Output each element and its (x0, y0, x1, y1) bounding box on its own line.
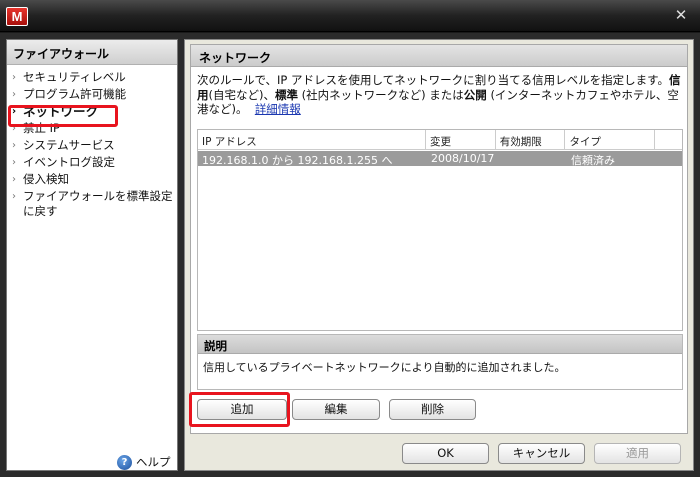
sidebar-item-label: ファイアウォールを標準設定に戻す (23, 189, 173, 218)
sidebar-item-label: システムサービス (23, 138, 115, 152)
column-header-ip[interactable]: IP アドレス (198, 130, 427, 150)
details-link[interactable]: 詳細情報 (255, 102, 301, 116)
close-icon[interactable]: ✕ (671, 6, 691, 25)
cell-expires (497, 151, 567, 166)
apply-button[interactable]: 適用 (594, 443, 681, 464)
sidebar-item-security-level[interactable]: › セキュリティレベル (7, 69, 177, 86)
sidebar-item-label: イベントログ設定 (23, 155, 115, 169)
help-label: ヘルプ (136, 455, 171, 469)
sidebar: ファイアウォール › セキュリティレベル › プログラム許可機能 › ネットワーク ›… (6, 39, 178, 471)
sidebar-item-program-permissions[interactable]: › プログラム許可機能 (7, 86, 177, 103)
cell-type: 信頼済み (571, 154, 615, 166)
explanation-title: 説明 (198, 335, 682, 354)
highlight-box-network (8, 105, 118, 127)
table-header: IP アドレス 変更 有効期限 タイプ (198, 130, 682, 150)
chevron-right-icon: › (12, 174, 16, 185)
title-bar: M ✕ (0, 0, 700, 32)
highlight-box-add (189, 392, 290, 427)
description-text: 次のルールで、IP アドレスを使用してネットワークに割り当てる信用レベルを指定し… (197, 73, 681, 116)
trust-level-public: 公開 (463, 87, 487, 102)
column-header-expires[interactable]: 有効期限 (496, 130, 566, 150)
explanation-text: 信用しているプライベートネットワークにより自動的に追加されました。 (203, 361, 566, 374)
sidebar-item-system-services[interactable]: › システムサービス (7, 137, 177, 154)
page-title: ネットワーク (191, 45, 687, 67)
sidebar-item-event-log[interactable]: › イベントログ設定 (7, 154, 177, 171)
cell-changed: 2008/10/17 (431, 152, 495, 165)
help-link[interactable]: ? ヘルプ (117, 454, 171, 470)
delete-button[interactable]: 削除 (389, 399, 476, 420)
sidebar-item-label: 侵入検知 (23, 172, 69, 186)
table-row[interactable]: 192.168.1.0 から 192.168.1.255 へ 2008/10/1… (198, 151, 682, 166)
help-icon: ? (117, 454, 132, 470)
sidebar-item-intrusion-detection[interactable]: › 侵入検知 (7, 171, 177, 188)
sidebar-item-label: プログラム許可機能 (23, 87, 127, 101)
chevron-right-icon: › (12, 140, 16, 151)
ok-button[interactable]: OK (402, 443, 489, 464)
chevron-right-icon: › (12, 191, 16, 202)
chevron-right-icon: › (12, 157, 16, 168)
chevron-right-icon: › (12, 72, 16, 83)
column-header-changed[interactable]: 変更 (426, 130, 496, 150)
chevron-right-icon: › (12, 89, 16, 100)
edit-button[interactable]: 編集 (292, 399, 380, 420)
column-header-empty (655, 130, 682, 150)
mcafee-logo-icon: M (6, 7, 28, 26)
sidebar-nav: › セキュリティレベル › プログラム許可機能 › ネットワーク › 禁止 IP › シス… (7, 65, 177, 220)
trust-level-standard: 標準 (274, 87, 298, 102)
sidebar-item-restore-defaults[interactable]: › ファイアウォールを標準設定に戻す (7, 188, 177, 220)
cancel-button[interactable]: キャンセル (498, 443, 585, 464)
network-content: ネットワーク 次のルールで、IP アドレスを使用してネットワークに割り当てる信用… (190, 44, 688, 434)
sidebar-title: ファイアウォール (7, 40, 177, 65)
cell-ip: 192.168.1.0 から 192.168.1.255 へ (202, 154, 393, 166)
sidebar-item-label: セキュリティレベル (23, 70, 126, 84)
network-table: IP アドレス 変更 有効期限 タイプ 192.168.1.0 から 192.1… (197, 129, 683, 331)
explanation-box: 説明 信用しているプライベートネットワークにより自動的に追加されました。 (197, 334, 683, 390)
column-header-type[interactable]: タイプ (565, 130, 656, 150)
